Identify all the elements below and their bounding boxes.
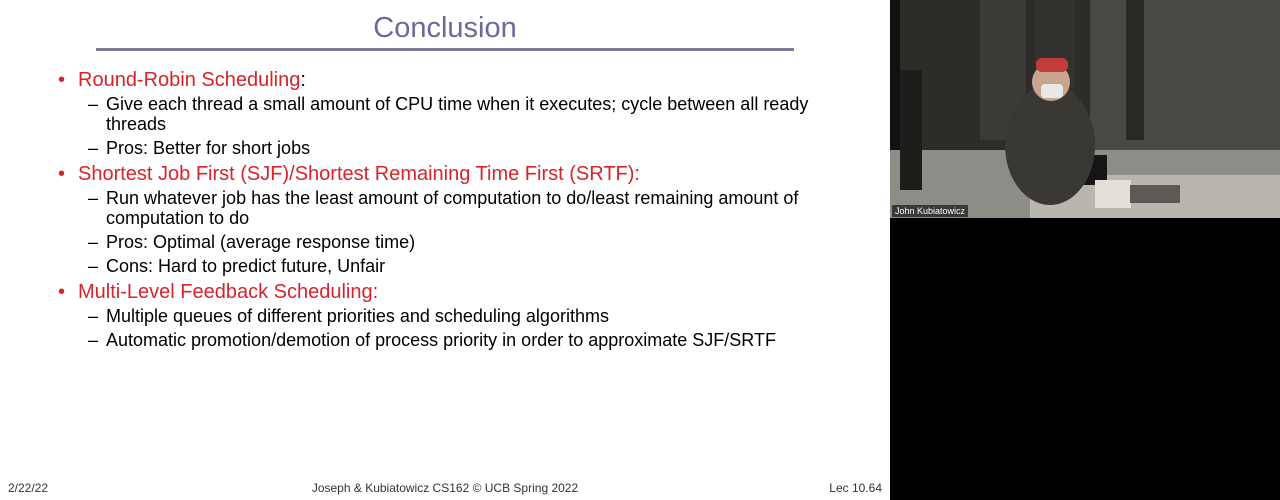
sub-item: Cons: Hard to predict future, Unfair <box>88 256 858 276</box>
slide-title: Conclusion <box>373 12 517 44</box>
slide: Conclusion Round-Robin Scheduling: Give … <box>0 0 890 500</box>
sub-item: Pros: Optimal (average response time) <box>88 232 858 252</box>
bullet-round-robin: Round-Robin Scheduling: <box>58 68 858 92</box>
speaker-video-scene <box>890 0 1280 218</box>
speaker-name-tag: John Kubiatowicz <box>892 205 969 217</box>
bullet-heading: Round-Robin Scheduling <box>78 69 301 91</box>
bullet-mlfq: Multi-Level Feedback Scheduling: <box>58 280 858 304</box>
speaker-video <box>890 0 1280 218</box>
sub-list-round-robin: Give each thread a small amount of CPU t… <box>88 94 858 158</box>
title-underline <box>96 48 794 51</box>
footer-course: Joseph & Kubiatowicz CS162 © UCB Spring … <box>311 481 579 495</box>
footer-lecture-number: Lec 10.64 <box>829 481 882 495</box>
sub-item: Run whatever job has the least amount of… <box>88 188 858 228</box>
bullet-list: Round-Robin Scheduling: Give each thread… <box>58 66 858 354</box>
sub-list-sjf-srtf: Run whatever job has the least amount of… <box>88 188 858 276</box>
sub-item: Multiple queues of different priorities … <box>88 306 858 326</box>
bullet-sjf-srtf: Shortest Job First (SJF)/Shortest Remain… <box>58 162 858 186</box>
bullet-heading-colon: : <box>300 69 306 91</box>
bullet-heading: Shortest Job First (SJF)/Shortest Remain… <box>78 163 640 185</box>
sub-list-mlfq: Multiple queues of different priorities … <box>88 306 858 350</box>
sub-item: Give each thread a small amount of CPU t… <box>88 94 858 134</box>
sub-item: Pros: Better for short jobs <box>88 138 858 158</box>
bullet-heading: Multi-Level Feedback Scheduling: <box>78 281 379 303</box>
sub-item: Automatic promotion/demotion of process … <box>88 330 858 350</box>
